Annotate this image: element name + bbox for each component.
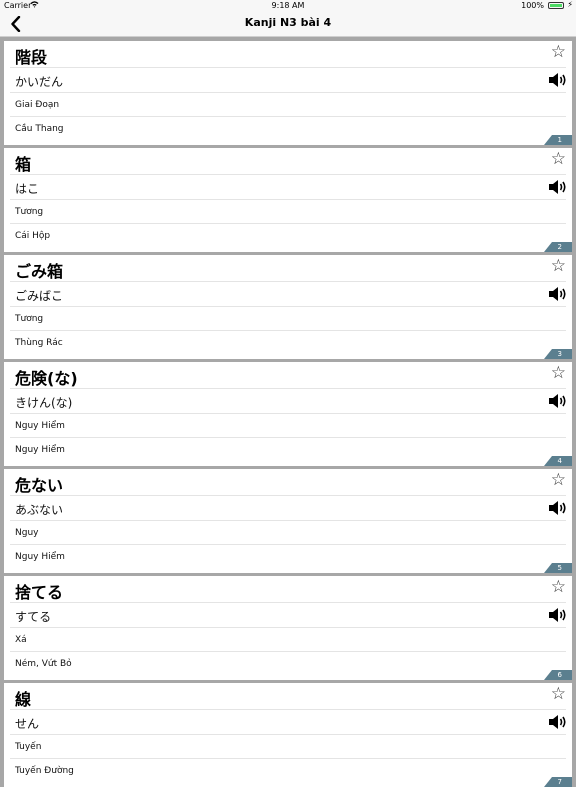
- divider: [10, 388, 566, 389]
- battery-percent: 100%: [521, 1, 544, 10]
- divider: [10, 116, 566, 117]
- divider: [10, 709, 566, 710]
- vocab-kanji: 箱: [15, 155, 32, 174]
- vocab-reading: ごみばこ: [15, 289, 64, 303]
- vocab-reading: かいだん: [15, 75, 64, 89]
- divider: [10, 602, 566, 603]
- status-bar: Carrier 9:18 AM 100% ⚡: [0, 0, 576, 12]
- vocab-kanji: 線: [15, 690, 32, 709]
- divider: [10, 520, 566, 521]
- vocab-kanji: 捨てる: [15, 583, 64, 602]
- navigation-bar: Kanji N3 bài 4: [0, 12, 576, 37]
- divider: [10, 281, 566, 282]
- speaker-icon[interactable]: [548, 714, 568, 730]
- vocab-card[interactable]: 箱 ☆ はこ Tương Cái Hộp 2: [4, 148, 572, 252]
- vocab-hanviet: Nguy: [15, 528, 39, 538]
- speaker-icon[interactable]: [548, 393, 568, 409]
- clock: 9:18 AM: [271, 1, 305, 10]
- star-icon[interactable]: ☆: [551, 577, 566, 597]
- speaker-icon[interactable]: [548, 179, 568, 195]
- divider: [10, 544, 566, 545]
- divider: [10, 92, 566, 93]
- vocab-kanji: 階段: [15, 48, 48, 67]
- vocab-card[interactable]: 階段 ☆ かいだん Giai Đoạn Cầu Thang 1: [4, 41, 572, 145]
- speaker-icon[interactable]: [548, 72, 568, 88]
- speaker-icon[interactable]: [548, 500, 568, 516]
- vocab-hanviet: Tương: [15, 314, 44, 324]
- divider: [10, 651, 566, 652]
- item-number-badge: 5: [544, 563, 572, 573]
- item-number-badge: 3: [544, 349, 572, 359]
- item-number-badge: 7: [544, 777, 572, 787]
- divider: [10, 67, 566, 68]
- vocab-kanji: 危ない: [15, 476, 64, 495]
- divider: [10, 734, 566, 735]
- star-icon[interactable]: ☆: [551, 470, 566, 490]
- divider: [10, 174, 566, 175]
- vocab-meaning: Nguy Hiểm: [15, 445, 65, 455]
- star-icon[interactable]: ☆: [551, 149, 566, 169]
- vocab-reading: あぶない: [15, 503, 64, 517]
- vocab-hanviet: Tuyến: [15, 742, 42, 752]
- divider: [10, 330, 566, 331]
- divider: [10, 437, 566, 438]
- vocab-kanji: 危険(な): [15, 369, 78, 388]
- vocab-reading: はこ: [15, 182, 40, 196]
- vocab-reading: きけん(な): [15, 396, 73, 410]
- page-title: Kanji N3 bài 4: [244, 16, 332, 29]
- star-icon[interactable]: ☆: [551, 684, 566, 704]
- divider: [10, 223, 566, 224]
- vocab-reading: すてる: [15, 610, 52, 624]
- vocab-card[interactable]: 捨てる ☆ すてる Xá Ném, Vứt Bỏ 6: [4, 576, 572, 680]
- vocab-card[interactable]: 危ない ☆ あぶない Nguy Nguy Hiểm 5: [4, 469, 572, 573]
- star-icon[interactable]: ☆: [551, 363, 566, 383]
- divider: [10, 495, 566, 496]
- vocab-card[interactable]: ごみ箱 ☆ ごみばこ Tương Thùng Rác 3: [4, 255, 572, 359]
- speaker-icon[interactable]: [548, 286, 568, 302]
- vocab-meaning: Ném, Vứt Bỏ: [15, 659, 72, 669]
- vocab-kanji: ごみ箱: [15, 262, 64, 281]
- divider: [10, 413, 566, 414]
- vocab-meaning: Nguy Hiểm: [15, 552, 65, 562]
- vocab-meaning: Cái Hộp: [15, 231, 51, 241]
- battery-icon: [548, 2, 564, 9]
- vocab-hanviet: Nguy Hiểm: [15, 421, 65, 431]
- divider: [10, 306, 566, 307]
- divider: [10, 627, 566, 628]
- vocab-reading: せん: [15, 717, 40, 731]
- vocab-hanviet: Tương: [15, 207, 44, 217]
- vocab-meaning: Cầu Thang: [15, 124, 64, 134]
- vocab-hanviet: Xá: [15, 635, 27, 645]
- star-icon[interactable]: ☆: [551, 256, 566, 276]
- divider: [10, 199, 566, 200]
- vocab-card[interactable]: 危険(な) ☆ きけん(な) Nguy Hiểm Nguy Hiểm 4: [4, 362, 572, 466]
- item-number-badge: 6: [544, 670, 572, 680]
- vocab-hanviet: Giai Đoạn: [15, 100, 60, 110]
- speaker-icon[interactable]: [548, 607, 568, 623]
- item-number-badge: 1: [544, 135, 572, 145]
- item-number-badge: 2: [544, 242, 572, 252]
- divider: [10, 758, 566, 759]
- item-number-badge: 4: [544, 456, 572, 466]
- vocab-card[interactable]: 線 ☆ せん Tuyến Tuyến Đường 7: [4, 683, 572, 787]
- charging-icon: ⚡: [567, 0, 573, 9]
- star-icon[interactable]: ☆: [551, 42, 566, 62]
- vocab-meaning: Thùng Rác: [15, 338, 63, 348]
